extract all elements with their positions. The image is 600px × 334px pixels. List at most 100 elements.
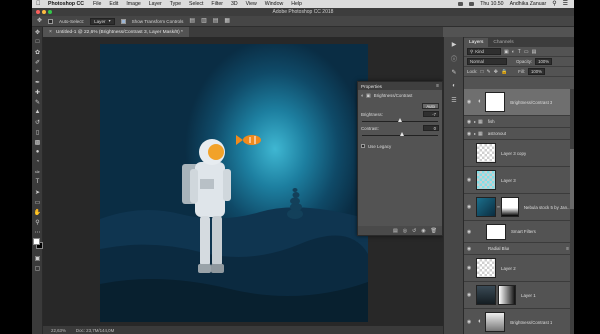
move-tool-icon[interactable]: ✥ — [37, 18, 42, 24]
menu-edit[interactable]: Edit — [109, 1, 118, 7]
brush-tool-icon[interactable]: ✎ — [32, 97, 43, 107]
reset-icon[interactable]: ↺ — [412, 228, 416, 234]
layer-thumbnail[interactable] — [476, 170, 496, 190]
align-right-icon[interactable]: ▤ — [213, 18, 219, 24]
layer-mask-thumbnail[interactable] — [485, 312, 506, 332]
menu-layer[interactable]: Layer — [149, 1, 162, 7]
use-legacy-checkbox[interactable] — [361, 144, 365, 148]
layer-group-row[interactable]: ◉ ▸ ▦ fish — [464, 116, 575, 128]
history-brush-tool-icon[interactable]: ↺ — [32, 117, 43, 127]
shape-tool-icon[interactable]: ▭ — [32, 197, 43, 207]
filter-shape-icon[interactable]: ▭ — [524, 49, 529, 55]
chevron-right-icon[interactable]: ▸ — [474, 119, 476, 125]
eyedropper-tool-icon[interactable]: ✒ — [32, 77, 43, 87]
filter-type-icon[interactable]: T — [518, 49, 521, 55]
chevron-right-icon[interactable]: ▸ — [474, 131, 476, 137]
transform-controls-checkbox[interactable] — [120, 18, 126, 24]
clock[interactable]: Thu 10.50 — [480, 1, 503, 7]
opacity-input[interactable]: 100% — [535, 58, 553, 65]
lock-position-icon[interactable]: ✥ — [494, 69, 498, 75]
filter-smart-object-icon[interactable]: ▤ — [532, 49, 537, 55]
menu-3d[interactable]: 3D — [231, 1, 238, 7]
tab-channels[interactable]: Channels — [488, 38, 518, 47]
contrast-slider-handle[interactable] — [400, 132, 404, 136]
filter-adjustment-icon[interactable]: ◐ — [512, 49, 515, 55]
lasso-tool-icon[interactable]: ✿ — [32, 47, 43, 57]
gradient-tool-icon[interactable]: ▩ — [32, 137, 43, 147]
visibility-eye-icon[interactable]: ◉ — [464, 292, 474, 298]
play-actions-icon[interactable]: ▶ — [444, 37, 464, 51]
visibility-eye-icon[interactable]: ◉ — [464, 246, 474, 252]
menu-list-icon[interactable]: ☰ — [563, 1, 568, 7]
crop-tool-icon[interactable]: ⌖ — [32, 67, 43, 77]
visibility-eye-icon[interactable]: ◉ — [464, 119, 474, 125]
menu-filter[interactable]: Filter — [211, 1, 223, 7]
layer-row[interactable]: ◉ Layer 3 — [464, 167, 575, 194]
layer-row[interactable]: ◉ ◐ Brightness/Contrast 1 — [464, 309, 575, 334]
user-name[interactable]: Andhika Zanuar — [510, 1, 547, 7]
auto-select-checkbox[interactable] — [48, 18, 54, 24]
canvas-area[interactable]: Properties ≡ ◐ ▣ Brightness/Contrast Aut… — [43, 37, 443, 326]
blur-tool-icon[interactable]: ● — [32, 147, 43, 157]
delete-icon[interactable]: 🗑 — [431, 228, 437, 234]
pen-tool-icon[interactable]: ✑ — [32, 167, 43, 177]
menu-image[interactable]: Image — [126, 1, 140, 7]
lock-image-icon[interactable]: ✎ — [487, 69, 491, 75]
menu-file[interactable]: File — [93, 1, 101, 7]
menu-select[interactable]: Select — [189, 1, 203, 7]
close-tab-icon[interactable]: × — [49, 29, 52, 35]
path-select-tool-icon[interactable]: ➤ — [32, 187, 43, 197]
layer-row[interactable]: ◉ ∞ Nebula stock 5 by Jan... — [464, 194, 575, 221]
brightness-value-input[interactable]: -7 — [423, 111, 439, 117]
layer-row[interactable]: Layer 3 copy — [464, 140, 575, 167]
clone-stamp-tool-icon[interactable]: ▲ — [32, 107, 43, 117]
layer-thumbnail[interactable] — [476, 258, 496, 278]
visibility-eye-icon[interactable]: ◉ — [464, 99, 474, 105]
brightness-slider[interactable] — [362, 118, 438, 124]
visibility-eye-icon[interactable]: ◉ — [464, 319, 474, 325]
lock-transparent-icon[interactable]: □ — [481, 69, 484, 75]
type-tool-icon[interactable]: T — [32, 177, 43, 187]
document-info[interactable]: Doc: 23,7M/144,0M — [76, 328, 114, 333]
quick-mask-icon[interactable]: ▣ — [32, 253, 43, 263]
layer-group-row[interactable]: ◉ ▸ ▦ astronout — [464, 128, 575, 140]
eraser-tool-icon[interactable]: ▯ — [32, 127, 43, 137]
tab-layers[interactable]: Layers — [464, 38, 489, 47]
move-tool-icon[interactable]: ✥ — [32, 27, 43, 37]
hand-tool-icon[interactable]: ✋ — [32, 207, 43, 217]
minimize-window-button[interactable] — [42, 10, 46, 14]
visibility-eye-icon[interactable]: ◉ — [464, 204, 474, 210]
layer-thumbnail[interactable] — [476, 143, 496, 163]
document-tab[interactable]: × Untitled-1 @ 22,6% (Brightness/Contras… — [43, 27, 189, 37]
menu-view[interactable]: View — [246, 1, 257, 7]
zoom-level[interactable]: 22,63% — [51, 328, 66, 333]
filter-options-icon[interactable]: ≡ — [566, 246, 569, 252]
brightness-slider-handle[interactable] — [398, 118, 403, 122]
layer-row[interactable]: ◉ Layer 2 — [464, 255, 575, 282]
smart-filters-row[interactable]: ◉ Smart Filters — [464, 221, 575, 243]
blend-mode-dropdown[interactable]: Normal — [467, 58, 507, 65]
document-canvas[interactable] — [100, 44, 368, 322]
contrast-slider[interactable] — [362, 132, 438, 138]
search-icon[interactable]: ⚲ — [552, 1, 556, 7]
layer-thumbnail[interactable] — [476, 285, 496, 305]
color-icon[interactable]: ◐ — [444, 79, 464, 93]
app-name-menu[interactable]: Photoshop CC — [48, 1, 84, 7]
zoom-window-button[interactable] — [48, 10, 52, 14]
contrast-value-input[interactable]: 0 — [423, 125, 439, 131]
quick-select-tool-icon[interactable]: ✐ — [32, 57, 43, 67]
screen-mode-icon[interactable]: ▢ — [32, 263, 43, 273]
menu-window[interactable]: Window — [265, 1, 283, 7]
menu-help[interactable]: Help — [291, 1, 302, 7]
panel-menu-icon[interactable]: ≡ — [436, 83, 439, 89]
dodge-tool-icon[interactable]: ◔ — [32, 157, 43, 167]
link-icon[interactable]: ∞ — [497, 204, 500, 210]
layer-mask-thumbnail[interactable] — [500, 197, 519, 217]
layer-mask-thumbnail[interactable] — [485, 92, 506, 112]
visibility-eye-icon[interactable]: ◉ — [421, 228, 425, 234]
align-center-icon[interactable]: ▥ — [201, 18, 207, 24]
clip-to-layer-icon[interactable]: ▤ — [393, 228, 398, 234]
lock-all-icon[interactable]: 🔒 — [501, 69, 507, 75]
history-icon[interactable]: ☰ — [444, 93, 464, 107]
layer-kind-filter[interactable]: ⚲ Kind — [467, 48, 501, 55]
